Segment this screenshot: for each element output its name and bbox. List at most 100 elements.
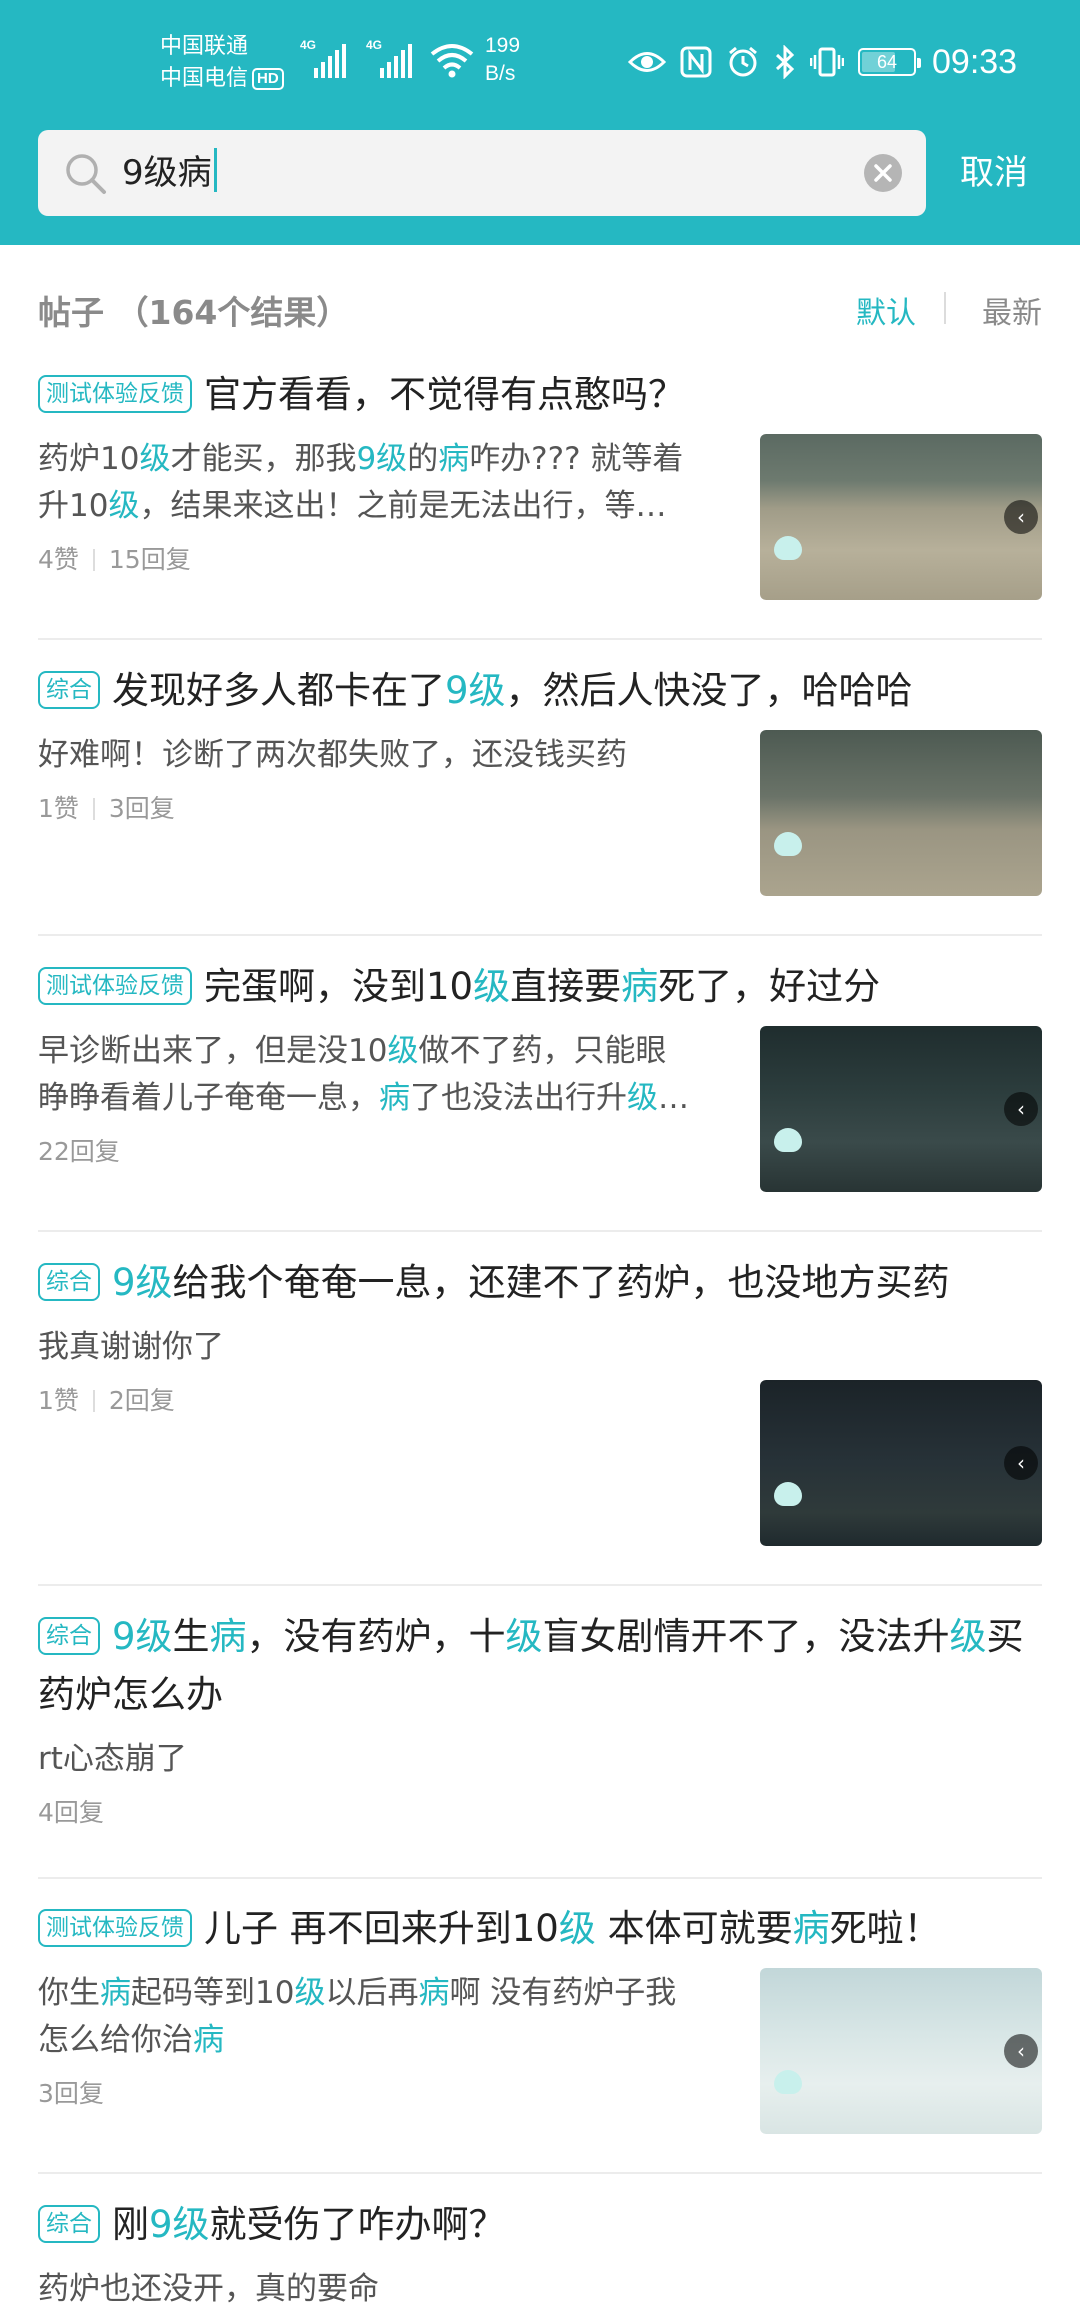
highlighted-keyword: 病 bbox=[621, 965, 659, 1008]
text-segment: ，然后人快没了，哈哈哈 bbox=[505, 669, 913, 712]
post-item[interactable]: 综合 9级给我个奄奄一息，还建不了药炉，也没地方买药 我真谢谢你了 1赞 2回复 ‹ bbox=[38, 1254, 1042, 1546]
post-thumbnail[interactable]: ‹ bbox=[760, 1026, 1042, 1192]
post-item[interactable]: 测试体验反馈 儿子 再不回来升到10级 本体可就要病死啦！ 你生病起码等到10级以… bbox=[38, 1900, 1042, 2134]
reply-count: 3回复 bbox=[38, 2079, 104, 2108]
text-segment: 睁睁看着儿子奄奄一息， bbox=[38, 1080, 379, 1116]
text-segment: 生 bbox=[172, 1615, 210, 1658]
top-bar: 中国联通 中国电信 HD 4G 4G 199 B/s 64 09:33 9级病 … bbox=[0, 0, 1080, 245]
post-title: 综合 9级给我个奄奄一息，还建不了药炉，也没地方买药 bbox=[38, 1254, 1042, 1312]
highlighted-keyword: 病 bbox=[209, 1615, 247, 1658]
text-segment: 咋办??? 就等着 bbox=[469, 441, 684, 477]
text-segment: 儿子 再不回来升到10 bbox=[204, 1907, 559, 1950]
mascot-icon bbox=[774, 832, 802, 856]
post-excerpt: 药炉也还没开，真的要命 bbox=[38, 2266, 738, 2310]
text-segment: 好难啊！诊断了两次都失败了，还没钱买药 bbox=[38, 737, 627, 773]
category-badge: 综合 bbox=[38, 1617, 100, 1655]
text-segment: … bbox=[658, 1080, 689, 1116]
text-segment: 盲女剧情开不了，没法升 bbox=[542, 1615, 950, 1658]
text-segment: 发现好多人都卡在了 bbox=[112, 669, 445, 712]
post-item[interactable]: 综合 刚9级就受伤了咋办啊？ 药炉也还没开，真的要命 bbox=[38, 2196, 1042, 2310]
cancel-button[interactable]: 取消 bbox=[960, 148, 1028, 198]
post-item[interactable]: 测试体验反馈 完蛋啊，没到10级直接要病死了，好过分 早诊断出来了，但是没10级做… bbox=[38, 958, 1042, 1192]
highlighted-keyword: 级 bbox=[627, 1080, 658, 1116]
highlighted-keyword: 病 bbox=[193, 2022, 224, 2058]
text-segment: 以后再 bbox=[325, 1975, 419, 2011]
highlighted-keyword: 级 bbox=[139, 441, 171, 477]
carrier-info: 中国联通 中国电信 HD bbox=[160, 30, 284, 94]
text-segment: 官方看看，不觉得有点憨吗？ bbox=[204, 373, 685, 416]
divider bbox=[38, 1230, 1042, 1232]
text-segment: 早诊断出来了，但是没10 bbox=[38, 1033, 388, 1069]
wifi-icon bbox=[430, 44, 474, 78]
text-segment: 药炉10 bbox=[38, 441, 140, 477]
results-header: 帖子 （164个结果） 默认 最新 bbox=[38, 280, 1042, 340]
divider bbox=[38, 1584, 1042, 1586]
highlighted-keyword: 9级 bbox=[112, 1615, 173, 1658]
hd-badge: HD bbox=[252, 68, 284, 90]
text-segment: 啊 没有药炉子我 bbox=[449, 1975, 677, 2011]
sort-latest-tab[interactable]: 最新 bbox=[982, 288, 1042, 332]
bluetooth-icon bbox=[775, 45, 795, 79]
post-stats: 4回复 bbox=[38, 1795, 1042, 1831]
reply-count: 4回复 bbox=[38, 1798, 104, 1827]
highlighted-keyword: 级 bbox=[294, 1975, 326, 2011]
highlighted-keyword: 病 bbox=[438, 441, 470, 477]
post-excerpt: 好难啊！诊断了两次都失败了，还没钱买药 bbox=[38, 732, 738, 779]
reply-count: 22回复 bbox=[38, 1137, 120, 1166]
clear-icon[interactable] bbox=[864, 154, 902, 192]
post-thumbnail[interactable]: ‹ bbox=[760, 1968, 1042, 2134]
highlighted-keyword: 级 bbox=[108, 488, 140, 524]
chevron-left-icon: ‹ bbox=[1004, 1446, 1038, 1480]
post-thumbnail[interactable]: ‹ bbox=[760, 434, 1042, 600]
post-excerpt: rt心态崩了 bbox=[38, 1736, 738, 1783]
divider bbox=[38, 1877, 1042, 1879]
reply-count: 15回复 bbox=[108, 545, 191, 574]
post-thumbnail[interactable]: ‹ bbox=[760, 1380, 1042, 1546]
highlighted-keyword: 级 bbox=[949, 1615, 987, 1658]
category-badge: 测试体验反馈 bbox=[38, 967, 192, 1005]
category-badge: 测试体验反馈 bbox=[38, 375, 192, 413]
divider bbox=[38, 2172, 1042, 2174]
mascot-icon bbox=[774, 536, 802, 560]
highlighted-keyword: 9级 bbox=[149, 2203, 210, 2246]
search-input[interactable]: 9级病 bbox=[38, 130, 926, 216]
sort-default-tab[interactable]: 默认 bbox=[856, 288, 916, 332]
battery-icon: 64 bbox=[858, 48, 921, 76]
nfc-icon bbox=[680, 46, 712, 78]
eye-icon bbox=[628, 52, 666, 72]
post-title: 测试体验反馈 完蛋啊，没到10级直接要病死了，好过分 bbox=[38, 958, 1042, 1016]
post-title: 综合 刚9级就受伤了咋办啊？ bbox=[38, 2196, 1042, 2254]
text-segment: 药炉也还没开，真的要命 bbox=[38, 2271, 379, 2307]
highlighted-keyword: 9级 bbox=[112, 1261, 173, 1304]
post-thumbnail[interactable] bbox=[760, 730, 1042, 896]
text-cursor bbox=[213, 148, 217, 192]
text-segment: rt心态崩了 bbox=[38, 1741, 187, 1777]
post-item[interactable]: 测试体验反馈 官方看看，不觉得有点憨吗？ 药炉10级才能买，那我9级的病咋办???… bbox=[38, 366, 1042, 600]
highlighted-keyword: 9级 bbox=[356, 441, 408, 477]
text-segment: 了也没法出行升 bbox=[410, 1080, 627, 1116]
category-badge: 测试体验反馈 bbox=[38, 1909, 192, 1947]
post-item[interactable]: 综合 9级生病，没有药炉，十级盲女剧情开不了，没法升级买药炉怎么办 rt心态崩了 … bbox=[38, 1608, 1042, 1831]
highlighted-keyword: 级 bbox=[558, 1907, 596, 1950]
signal-icon: 4G bbox=[366, 38, 412, 78]
post-title: 测试体验反馈 儿子 再不回来升到10级 本体可就要病死啦！ bbox=[38, 1900, 1042, 1958]
mascot-icon bbox=[774, 1482, 802, 1506]
text-segment: 死了，好过分 bbox=[658, 965, 881, 1008]
clock: 09:33 bbox=[932, 42, 1018, 81]
carrier-1: 中国联通 bbox=[160, 33, 249, 58]
system-icons: 64 09:33 bbox=[628, 40, 1017, 84]
post-excerpt: 早诊断出来了，但是没10级做不了药，只能眼 睁睁看着儿子奄奄一息，病了也没法出行… bbox=[38, 1028, 738, 1122]
alarm-icon bbox=[729, 46, 757, 77]
post-item[interactable]: 综合 发现好多人都卡在了9级，然后人快没了，哈哈哈 好难啊！诊断了两次都失败了，还… bbox=[38, 662, 1042, 896]
text-segment: ，没有药炉，十 bbox=[246, 1615, 506, 1658]
search-query[interactable]: 9级病 bbox=[122, 148, 217, 198]
category-badge: 综合 bbox=[38, 671, 100, 709]
vibrate-icon bbox=[810, 47, 844, 77]
highlighted-keyword: 级 bbox=[473, 965, 511, 1008]
text-segment: 直接要 bbox=[510, 965, 622, 1008]
divider bbox=[38, 934, 1042, 936]
sort-divider bbox=[944, 292, 946, 324]
text-segment: 完蛋啊，没到10 bbox=[204, 965, 474, 1008]
like-count: 4赞 bbox=[38, 545, 79, 574]
category-badge: 综合 bbox=[38, 1263, 100, 1301]
